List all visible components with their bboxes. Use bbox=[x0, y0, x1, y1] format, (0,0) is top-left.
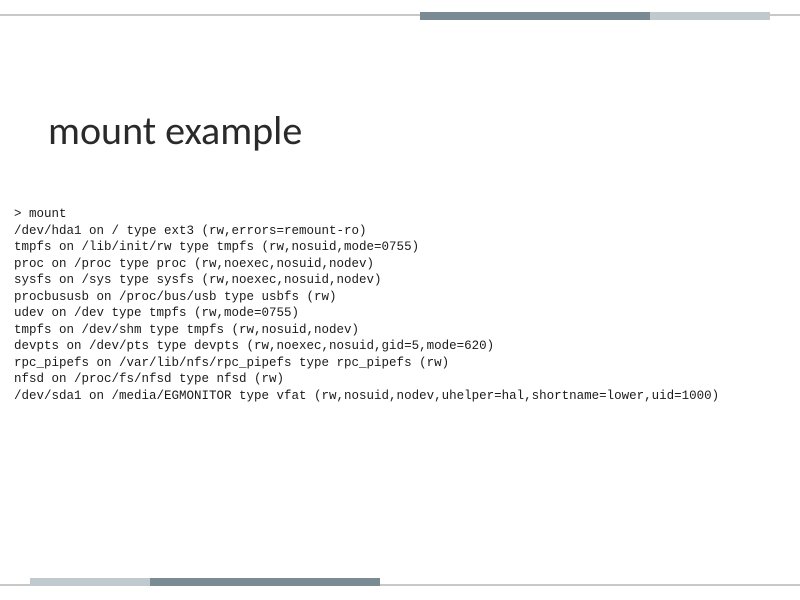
decorative-line bbox=[0, 584, 30, 586]
mount-line: udev on /dev type tmpfs (rw,mode=0755) bbox=[14, 305, 719, 322]
slide-bottom-border bbox=[0, 576, 800, 586]
decorative-bar bbox=[30, 578, 150, 586]
mount-line: tmpfs on /dev/shm type tmpfs (rw,nosuid,… bbox=[14, 322, 719, 339]
decorative-line bbox=[0, 14, 420, 16]
decorative-bar bbox=[650, 12, 770, 20]
mount-line: tmpfs on /lib/init/rw type tmpfs (rw,nos… bbox=[14, 239, 719, 256]
mount-output-block: > mount /dev/hda1 on / type ext3 (rw,err… bbox=[14, 206, 719, 404]
slide-top-border bbox=[0, 14, 800, 24]
mount-line: procbususb on /proc/bus/usb type usbfs (… bbox=[14, 289, 719, 306]
slide-title: mount example bbox=[48, 106, 302, 155]
mount-line: rpc_pipefs on /var/lib/nfs/rpc_pipefs ty… bbox=[14, 355, 719, 372]
mount-line: /dev/sda1 on /media/EGMONITOR type vfat … bbox=[14, 388, 719, 405]
decorative-line bbox=[770, 14, 800, 16]
decorative-bar bbox=[150, 578, 380, 586]
mount-line: nfsd on /proc/fs/nfsd type nfsd (rw) bbox=[14, 371, 719, 388]
mount-line: devpts on /dev/pts type devpts (rw,noexe… bbox=[14, 338, 719, 355]
mount-line: /dev/hda1 on / type ext3 (rw,errors=remo… bbox=[14, 223, 719, 240]
decorative-bar bbox=[420, 12, 650, 20]
mount-line: proc on /proc type proc (rw,noexec,nosui… bbox=[14, 256, 719, 273]
mount-line: sysfs on /sys type sysfs (rw,noexec,nosu… bbox=[14, 272, 719, 289]
decorative-line bbox=[380, 584, 800, 586]
command-prompt: > mount bbox=[14, 206, 719, 223]
